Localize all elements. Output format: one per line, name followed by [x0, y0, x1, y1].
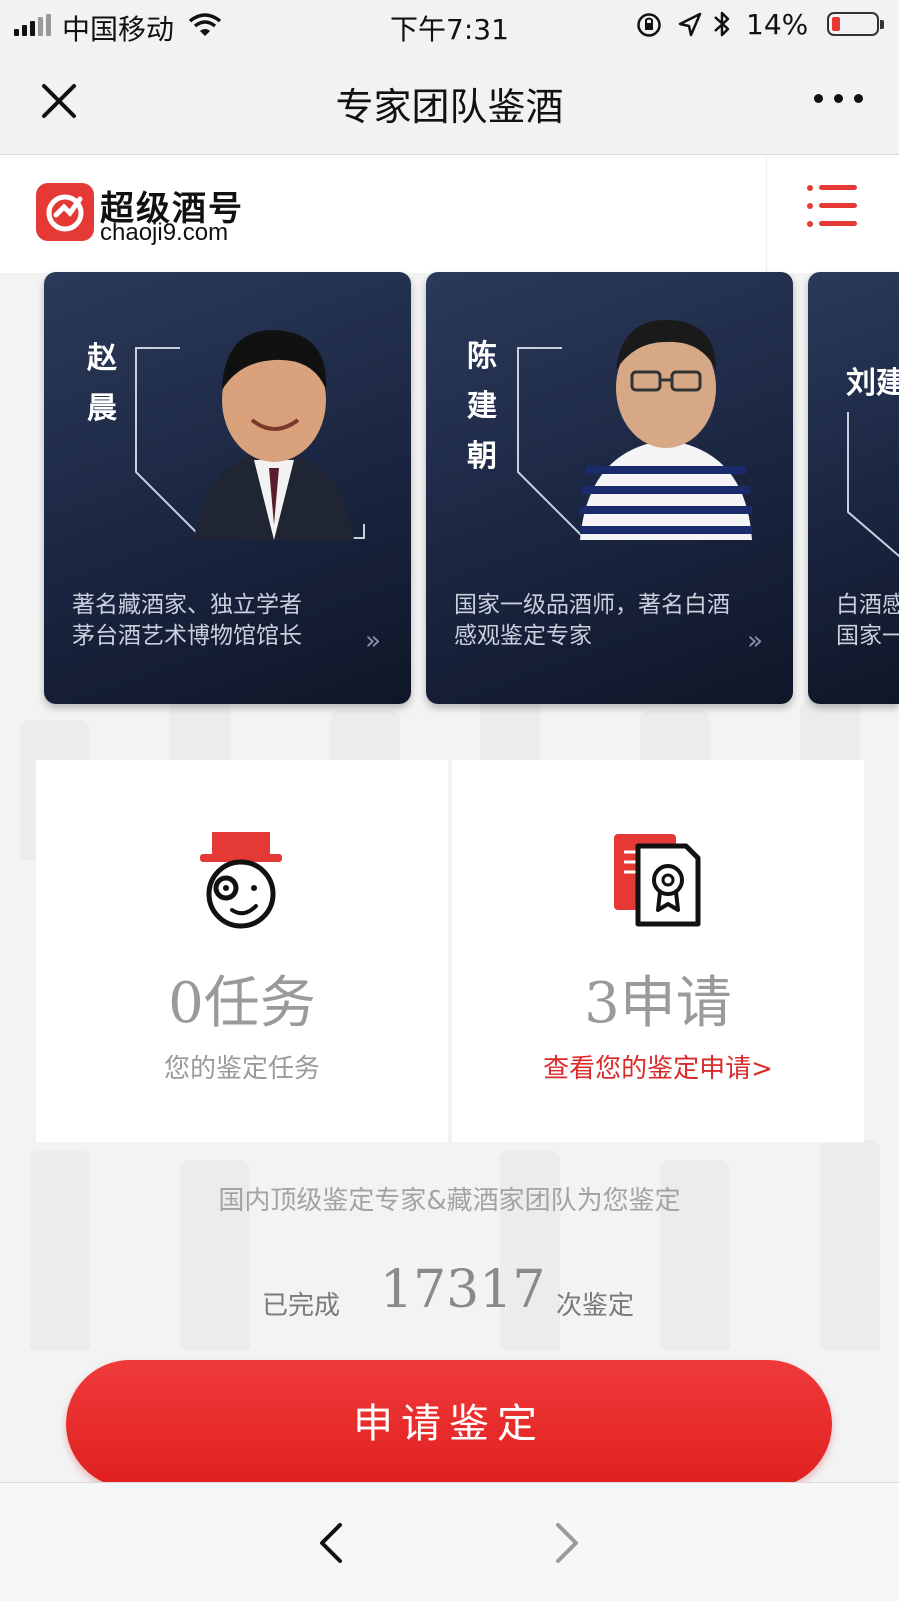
expert-desc-line: 感观鉴定专家 — [454, 623, 592, 649]
menu-button[interactable] — [766, 155, 899, 273]
inspector-icon — [200, 832, 282, 929]
expert-desc-line: 白酒感 — [836, 592, 899, 618]
expert-name: 刘建 — [846, 358, 899, 402]
more-icon[interactable] — [814, 94, 866, 106]
battery-icon — [827, 12, 884, 36]
battery-percent: 14% — [746, 8, 809, 41]
site-header: 超级酒号 chaoji9.com — [0, 155, 899, 273]
expert-name: 赵 晨 — [82, 334, 122, 434]
portrait-frame — [847, 412, 899, 558]
expert-name-char: 建 — [467, 389, 497, 424]
task-label: 您的鉴定任务 — [163, 1054, 320, 1084]
expert-portrait — [580, 320, 752, 540]
expert-name-char: 刘 — [846, 366, 876, 401]
application-count: 3申请 — [584, 971, 732, 1036]
expert-name-char: 陈 — [467, 339, 497, 374]
tagline: 国内顶级鉴定专家&藏酒家团队为您鉴定 — [218, 1186, 681, 1216]
task-stat-card[interactable]: 0任务 您的鉴定任务 — [36, 760, 448, 1142]
expert-name-char: 建 — [876, 366, 899, 401]
apply-appraisal-label: 申请鉴定 — [353, 1402, 545, 1446]
clock: 下午7:31 — [390, 13, 509, 46]
forward-icon[interactable] — [552, 1521, 582, 1565]
view-applications-link[interactable]: 查看您的鉴定申请> — [452, 1048, 864, 1085]
expert-desc-line: 国家一级品酒师，著名白酒 — [454, 592, 730, 618]
completed-prefix: 已完成 — [262, 1291, 341, 1321]
page-title: 专家团队鉴酒 — [335, 85, 564, 129]
task-count: 0任务 — [168, 971, 316, 1036]
browser-toolbar — [0, 1482, 899, 1601]
certificate-icon — [614, 834, 701, 927]
expert-desc-line: 国家一 — [836, 623, 899, 649]
completed-count: 17317 — [380, 1260, 546, 1320]
expert-name-char: 晨 — [87, 391, 117, 426]
expert-name: 陈 建 朝 — [462, 332, 502, 482]
expert-card[interactable]: 赵 晨 著名藏酒家、独立学者 茅台酒艺术博物馆馆长 » — [44, 272, 411, 704]
completed-suffix: 次鉴定 — [556, 1291, 635, 1321]
expert-desc-line: 茅台酒艺术博物馆馆长 — [72, 623, 302, 649]
back-icon[interactable] — [316, 1521, 346, 1565]
status-bar: 中国移动 下午7:31 14% — [0, 0, 899, 50]
logo-icon[interactable] — [36, 183, 94, 241]
logo-domain: chaoji9.com — [100, 219, 229, 246]
orientation-lock-icon — [637, 13, 661, 37]
expert-card[interactable]: 刘建 白酒感 国家一 — [808, 272, 899, 704]
expert-description: 国家一级品酒师，著名白酒 感观鉴定专家 — [454, 590, 754, 652]
signal-icon — [14, 14, 54, 36]
expert-portrait — [194, 330, 354, 540]
expert-name-char: 朝 — [467, 439, 497, 474]
double-chevron-icon: » — [365, 626, 381, 656]
expert-desc-line: 著名藏酒家、独立学者 — [72, 592, 302, 618]
expert-description: 著名藏酒家、独立学者 茅台酒艺术博物馆馆长 — [72, 590, 372, 652]
apply-appraisal-button[interactable]: 申请鉴定 — [66, 1360, 832, 1488]
bluetooth-icon — [714, 11, 730, 37]
nav-bar: 专家团队鉴酒 — [0, 50, 899, 155]
application-stat-card[interactable]: 3申请 查看您的鉴定申请> — [452, 760, 864, 1142]
double-chevron-icon: » — [747, 626, 763, 656]
wifi-icon — [188, 13, 222, 36]
location-icon — [678, 12, 702, 37]
carrier-label: 中国移动 — [62, 13, 175, 46]
expert-description: 白酒感 国家一 — [836, 590, 899, 652]
expert-card[interactable]: 陈 建 朝 国家一级品酒师，著名白酒 感观鉴定专家 » — [426, 272, 793, 704]
expert-name-char: 赵 — [87, 341, 117, 376]
